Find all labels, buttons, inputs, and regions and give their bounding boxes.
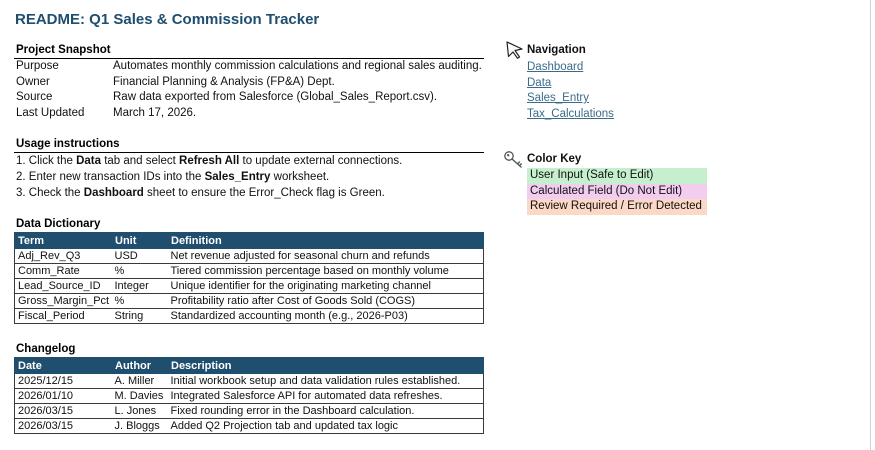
dictionary-cell[interactable]: Lead_Source_ID	[14, 278, 112, 294]
usage-bold-text: Dashboard	[83, 187, 144, 199]
changelog-heading: Changelog	[16, 343, 76, 355]
sheet-edge	[870, 0, 871, 450]
changelog-cell[interactable]: Initial workbook setup and data validati…	[167, 373, 484, 389]
changelog-cell[interactable]: A. Miller	[111, 373, 168, 389]
nav-link-dashboard[interactable]: Dashboard	[527, 60, 614, 76]
usage-line: 3. Check the Dashboard sheet to ensure t…	[14, 185, 484, 201]
dictionary-cell[interactable]: Integer	[111, 278, 168, 294]
usage-text: 3. Check the	[16, 187, 84, 199]
page-title: README: Q1 Sales & Commission Tracker	[15, 11, 320, 28]
changelog-cell[interactable]: J. Bloggs	[111, 418, 168, 434]
usage-line: 1. Click the Data tab and select Refresh…	[14, 153, 484, 169]
usage-bold-text: Sales_Entry	[204, 171, 271, 183]
changelog-section: Changelog Date Author Description 2025/12/…	[14, 343, 484, 434]
project-snapshot-section: Project Snapshot Purpose Automates monthl…	[14, 44, 484, 121]
changelog-cell[interactable]: 2026/03/15	[14, 418, 112, 434]
usage-line: 2. Enter new transaction IDs into the Sa…	[14, 169, 484, 185]
usage-text: sheet to ensure the Error_Check flag is …	[143, 187, 385, 199]
key-icon	[504, 151, 522, 168]
project-snapshot-rows: Purpose Automates monthly commission calc…	[14, 59, 484, 121]
usage-heading: Usage instructions	[14, 138, 484, 153]
dictionary-cell[interactable]: USD	[111, 248, 168, 264]
changelog-cell[interactable]: Fixed rounding error in the Dashboard ca…	[167, 403, 484, 419]
dictionary-cell[interactable]: Gross_Margin_Pct	[14, 293, 112, 309]
usage-bold-text: Data	[76, 155, 102, 167]
dictionary-cell[interactable]: Profitability ratio after Cost of Goods …	[167, 293, 484, 309]
changelog-column-header: Description	[167, 357, 484, 374]
usage-text: tab and select	[101, 155, 180, 167]
color-key-item: Review Required / Error Detected	[527, 199, 707, 216]
changelog-column-header: Date	[14, 357, 112, 374]
cursor-arrow-icon	[506, 41, 523, 59]
dictionary-column-header: Definition	[167, 232, 484, 249]
changelog-cell[interactable]: 2025/12/15	[14, 373, 112, 389]
changelog-cell[interactable]: Integrated Salesforce API for automated …	[167, 388, 484, 404]
usage-text: to update external connections.	[239, 155, 403, 167]
changelog-cell[interactable]: M. Davies	[111, 388, 168, 404]
dictionary-cell[interactable]: Standardized accounting month (e.g., 202…	[167, 308, 484, 324]
table-row: 2026/03/15 J. Bloggs Added Q2 Projection t…	[14, 418, 484, 434]
table-row: 2025/12/15 A. Miller Initial workbook setu…	[14, 373, 484, 389]
color-key-item: User Input (Safe to Edit)	[527, 168, 707, 184]
snapshot-key: Owner	[16, 75, 50, 88]
snapshot-row: Purpose Automates monthly commission calc…	[14, 59, 484, 75]
usage-bold-text: Refresh All	[179, 155, 240, 167]
dictionary-column-header: Term	[14, 232, 112, 249]
table-row: Lead_Source_ID Integer Unique identifier f…	[14, 278, 484, 294]
table-row: Comm_Rate% Tiered commission percentage b…	[14, 263, 484, 279]
snapshot-key: Source	[16, 91, 53, 103]
usage-text: 2. Enter new transaction IDs into the	[16, 171, 205, 183]
dictionary-cell[interactable]: Unique identifier for the originating ma…	[167, 278, 484, 294]
usage-text: 1. Click the	[16, 155, 77, 167]
dictionary-cell[interactable]: Adj_Rev_Q3	[14, 248, 112, 264]
changelog-table: Date Author Description 2025/12/15 A. Mille…	[14, 357, 484, 434]
changelog-cell[interactable]: 2026/03/15	[14, 403, 112, 419]
table-row: Gross_Margin_Pct% Profitability ratio aft…	[14, 293, 484, 309]
navigation-links: Dashboard Data Sales_Entry Tax_Calculations	[527, 60, 614, 123]
table-row: Adj_Rev_Q3 USD Net revenue adjusted for se…	[14, 248, 484, 264]
dictionary-cell[interactable]: Tiered commission percentage based on mo…	[167, 263, 484, 279]
dictionary-cell[interactable]: Net revenue adjusted for seasonal churn …	[167, 248, 484, 264]
snapshot-value: Financial Planning & Analysis (FP&A) Dep…	[113, 75, 335, 88]
nav-link-tax-calculations[interactable]: Tax_Calculations	[527, 107, 614, 123]
data-dictionary-heading: Data Dictionary	[16, 218, 101, 230]
navigation-heading: Navigation	[527, 44, 586, 56]
usage-text: worksheet.	[270, 171, 330, 183]
usage-section: Usage instructions 1. Click the Data tab…	[14, 138, 484, 201]
dictionary-column-header: Unit	[111, 232, 168, 249]
snapshot-value: March 17, 2026.	[113, 106, 197, 119]
snapshot-row: Last Updated March 17, 2026.	[14, 106, 484, 122]
table-row: 2026/01/10 M. Davies Integrated Salesforce…	[14, 388, 484, 404]
data-dictionary-section: Data Dictionary Term Unit Definition Adj_R…	[14, 218, 484, 324]
data-dictionary-table: Term Unit Definition Adj_Rev_Q3 USD Net reve…	[14, 232, 484, 324]
dictionary-cell[interactable]: Fiscal_Period	[14, 308, 112, 324]
table-row: 2026/03/15 L. Jones Fixed rounding error i…	[14, 403, 484, 419]
usage-lines: 1. Click the Data tab and select Refresh…	[14, 153, 484, 201]
table-row: Fiscal_Period String Standardized accounti…	[14, 308, 484, 324]
snapshot-row: Source Raw data exported from Salesforce …	[14, 90, 484, 106]
dictionary-cell[interactable]: Comm_Rate	[14, 263, 112, 279]
nav-link-data[interactable]: Data	[527, 76, 614, 92]
snapshot-value: Automates monthly commission calculation…	[113, 60, 482, 72]
dictionary-cell[interactable]: String	[111, 308, 168, 324]
dictionary-cell[interactable]: %	[111, 263, 168, 279]
changelog-cell[interactable]: 2026/01/10	[14, 388, 112, 404]
snapshot-value: Raw data exported from Salesforce (Globa…	[113, 91, 438, 103]
nav-link-sales-entry[interactable]: Sales_Entry	[527, 91, 614, 107]
changelog-cell[interactable]: L. Jones	[111, 403, 168, 419]
color-key-heading: Color Key	[527, 153, 582, 165]
changelog-column-header: Author	[111, 357, 168, 374]
changelog-cell[interactable]: Added Q2 Projection tab and updated tax …	[167, 418, 484, 434]
color-key-items: User Input (Safe to Edit) Calculated Fiel…	[527, 168, 707, 216]
project-snapshot-heading: Project Snapshot	[14, 44, 484, 59]
snapshot-key: Last Updated	[16, 106, 85, 119]
snapshot-key: Purpose	[16, 60, 59, 72]
snapshot-row: Owner Financial Planning & Analysis (FP&A…	[14, 75, 484, 91]
color-key-item: Calculated Field (Do Not Edit)	[527, 183, 707, 200]
dictionary-cell[interactable]: %	[111, 293, 168, 309]
